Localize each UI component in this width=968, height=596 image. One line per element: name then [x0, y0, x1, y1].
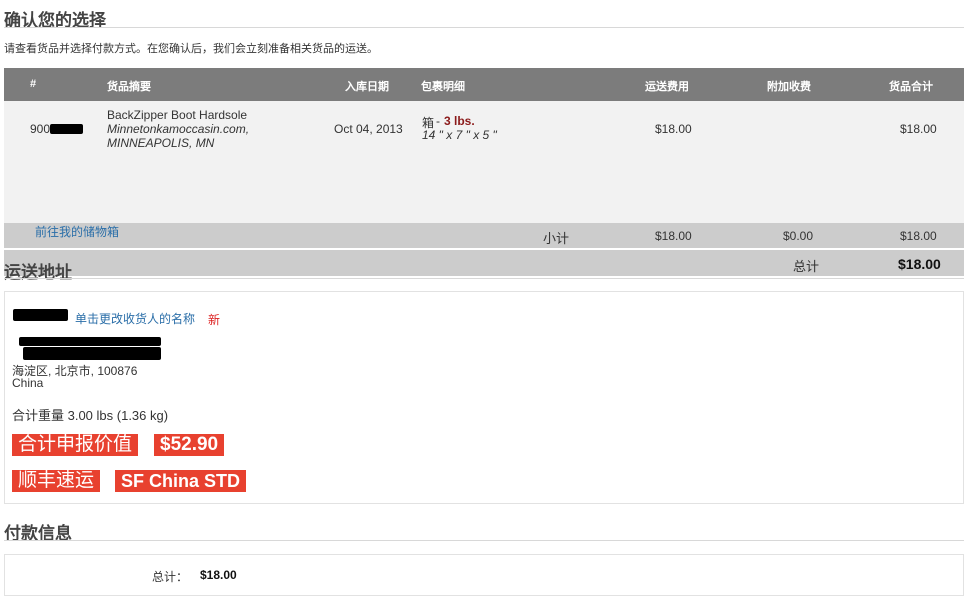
change-recipient-link[interactable]: 单击更改收货人的名称 [75, 310, 195, 327]
col-header-item-summary: 货品摘要 [107, 81, 151, 93]
redacted-address-line1 [19, 337, 161, 346]
package-weight: 3 lbs. [444, 114, 475, 128]
grand-total-value: $18.00 [898, 256, 941, 272]
shipping-address-title: 运送地址 [4, 263, 72, 282]
declared-value-label: 合计申报价值 [12, 434, 139, 456]
payment-divider [4, 540, 964, 541]
item-id-prefix: 900 [30, 122, 51, 136]
redacted-item-id [50, 124, 83, 134]
shipping-address-box: 单击更改收货人的名称 新 海淀区, 北京市, 100876 China 合计重量… [4, 291, 964, 504]
subtotal-total: $18.00 [900, 229, 937, 243]
new-badge: 新 [208, 313, 221, 327]
total-weight-text: 合计重量 3.00 lbs (1.36 kg) [12, 408, 169, 423]
confirm-intro-text: 请查看货品并选择付款方式。在您确认后，我们会立刻准备相关货品的运送。 [4, 43, 378, 55]
carrier-service-name: SF China STD [115, 470, 247, 492]
table-row: 900 BackZipper Boot Hardsole Minnetonkam… [4, 101, 964, 223]
col-header-item-total: 货品合计 [889, 81, 933, 93]
redacted-address-line2 [23, 347, 161, 360]
confirm-divider [4, 27, 964, 28]
shipping-divider [4, 278, 964, 279]
payment-total-label: 总计： [152, 570, 189, 584]
col-header-package-details: 包裹明细 [421, 81, 465, 93]
col-header-shipping-fee: 运送费用 [645, 81, 689, 93]
payment-total-value: $18.00 [200, 568, 237, 582]
carrier-chinese-name: 顺丰速运 [12, 470, 101, 492]
grand-total-row: 总计 $18.00 [4, 250, 964, 276]
storage-box-link[interactable]: 前往我的储物箱 [35, 223, 119, 240]
subtotal-label: 小计 [543, 231, 570, 246]
item-name: BackZipper Boot Hardsole [107, 108, 248, 122]
subtotal-extra: $0.00 [783, 229, 814, 243]
row-item-total: $18.00 [900, 122, 937, 136]
grand-total-label: 总计 [793, 259, 820, 274]
payment-box: 总计： $18.00 [4, 554, 964, 596]
item-store: Minnetonkamoccasin.com, [107, 122, 250, 136]
col-header-arrival-date: 入库日期 [345, 81, 389, 93]
row-shipping-fee: $18.00 [655, 122, 692, 136]
redacted-recipient-name [13, 309, 68, 321]
package-dimensions: 14 " x 7 " x 5 " [422, 128, 497, 142]
col-header-number: # [30, 78, 37, 90]
declared-value-amount: $52.90 [154, 434, 225, 456]
col-header-extra-fee: 附加收费 [767, 81, 811, 93]
subtotal-row: 小计 $18.00 $0.00 $18.00 [4, 223, 964, 248]
address-country: China [12, 376, 44, 390]
order-table-header: # 货品摘要 入库日期 包裹明细 运送费用 附加收费 货品合计 [4, 68, 964, 101]
item-city: MINNEAPOLIS, MN [107, 136, 215, 150]
arrival-date: Oct 04, 2013 [334, 122, 403, 136]
subtotal-shipping: $18.00 [655, 229, 692, 243]
